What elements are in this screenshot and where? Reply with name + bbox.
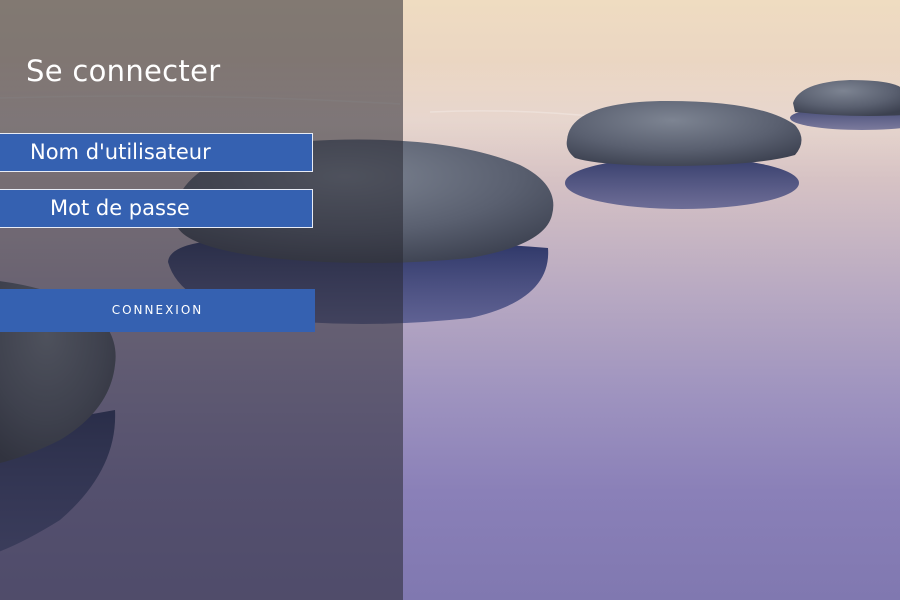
username-placeholder: Nom d'utilisateur (30, 140, 211, 164)
login-screen: Se connecter Nom d'utilisateur Mot de pa… (0, 0, 900, 600)
username-field[interactable]: Nom d'utilisateur (0, 133, 313, 172)
page-title: Se connecter (26, 54, 221, 88)
login-button[interactable]: CONNEXION (0, 289, 315, 332)
password-placeholder: Mot de passe (50, 196, 190, 220)
password-field[interactable]: Mot de passe (0, 189, 313, 228)
